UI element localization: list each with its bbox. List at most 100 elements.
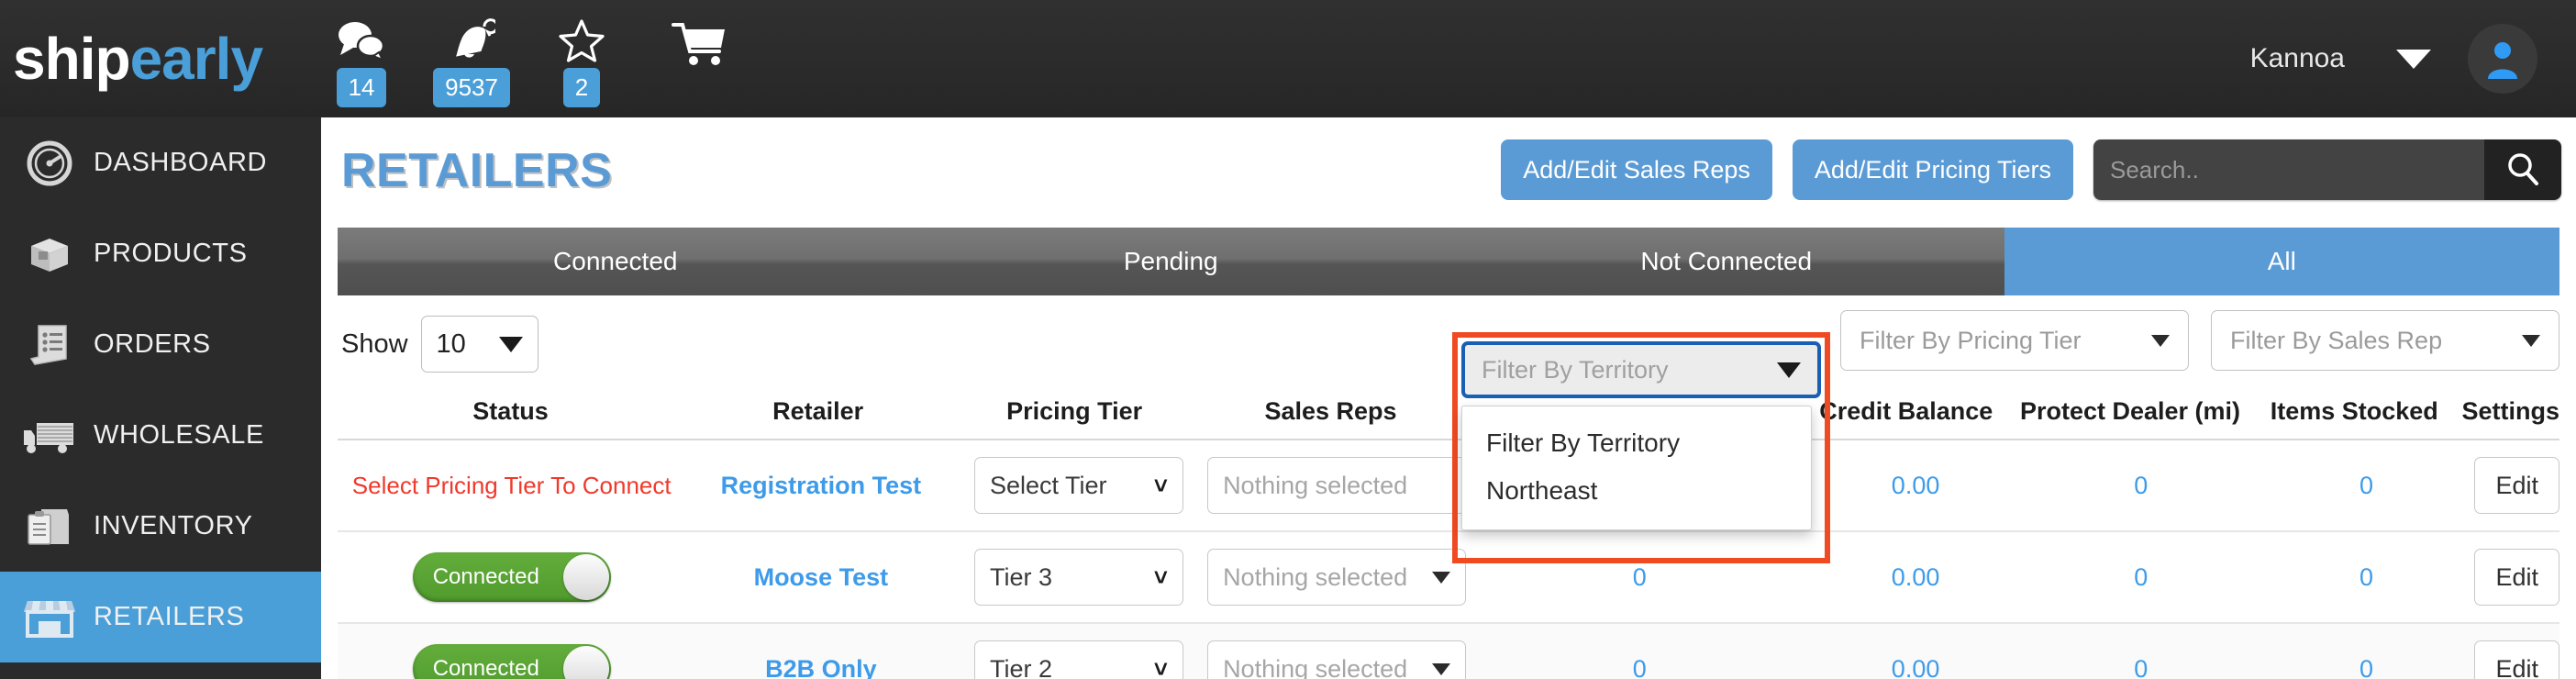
add-edit-pricing-tiers-button[interactable]: Add/Edit Pricing Tiers [1792,139,2073,200]
row-retailer-cell: Moose Test [685,563,956,592]
pricing-tier-select[interactable]: Select Tier ˅ [973,457,1183,514]
row-pricing-tier-cell: Select Tier ˅ [956,457,1201,514]
show-entries-control: Show 10 [341,316,539,373]
toggle-knob [562,646,609,679]
sales-reps-select[interactable]: Nothing selected [1207,549,1467,606]
search-input[interactable] [2093,139,2484,200]
row-retailer-cell: Registration Test [685,472,956,500]
row-settings-cell: Edit [2474,549,2559,606]
search-icon [2504,150,2541,190]
chevron-down-icon[interactable] [2396,49,2431,69]
pricing-tier-select[interactable]: Tier 3 ˅ [973,549,1183,606]
filter-sales-rep-select[interactable]: Filter By Sales Rep [2211,310,2559,371]
sidebar-item-wholesale[interactable]: WHOLESALE [0,390,321,481]
sidebar: DASHBOARD PRODUCTS ORDERS WHOLESALE INVE… [0,117,321,679]
edit-button[interactable]: Edit [2474,640,2559,679]
chevron-down-icon [1432,662,1451,675]
row-sales-reps-cell: Nothing selected [1202,549,1472,606]
search-button[interactable] [2484,139,2561,200]
sidebar-item-products[interactable]: PRODUCTS [0,208,321,299]
row-pricing-tier-cell: Tier 3 ˅ [956,549,1201,606]
retailer-link[interactable]: Registration Test [721,472,922,500]
chevron-down-icon [2151,334,2170,347]
row-credit-balance: 0.00 [1891,562,1940,591]
tab-not-connected[interactable]: Not Connected [1449,228,2004,295]
avatar[interactable] [2468,24,2537,94]
tab-connected[interactable]: Connected [338,228,894,295]
sales-reps-select[interactable]: Nothing selected [1207,457,1467,514]
territory-option[interactable]: Filter By Territory [1462,419,1811,467]
header-actions: Add/Edit Sales Reps Add/Edit Pricing Tie… [1501,139,2561,200]
sidebar-item-dashboard[interactable]: DASHBOARD [0,117,321,208]
table-row: Select Pricing Tier To Connect Registrat… [338,440,2559,532]
territory-option[interactable]: Northeast [1462,467,1811,515]
favorites-button[interactable]: 2 [527,17,637,107]
tab-all[interactable]: All [2004,228,2559,295]
bell-icon [448,17,496,64]
clipboard-folder-icon [17,504,83,550]
user-menu[interactable]: Kannoa [2250,24,2576,94]
pricing-tier-select[interactable]: Tier 2 ˅ [973,640,1183,679]
column-header-credit-balance: Credit Balance [1819,396,1993,425]
notifications-button[interactable]: 9537 [416,17,527,107]
pricing-tier-value: Select Tier [989,471,1107,499]
chevron-down-icon [2522,334,2540,347]
messages-badge: 14 [336,68,387,107]
connected-toggle[interactable]: Connected [412,552,611,602]
notifications-badge: 9537 [433,68,510,107]
filter-territory-value: Filter By Territory [1482,355,1669,384]
row-settings-cell: Edit [2474,640,2559,679]
page-header: RETAILERS Add/Edit Sales Reps Add/Edit P… [321,117,2576,228]
sales-reps-select[interactable]: Nothing selected [1207,640,1467,679]
edit-button[interactable]: Edit [2474,549,2559,606]
app-root: shipearly 14 9537 2 Kannoa DASHBOARD PRO… [0,0,2576,679]
filter-bar: Show 10 Filter By Pricing Tier Filter By… [338,295,2559,384]
column-header-status: Status [472,396,549,425]
row-settings-cell: Edit [2474,457,2559,514]
connected-toggle[interactable]: Connected [412,644,611,679]
retailers-table: Status Retailer Pricing Tier Sales Reps … [338,384,2559,679]
sidebar-item-inventory[interactable]: INVENTORY [0,481,321,572]
chevron-down-icon [498,336,523,352]
username-label: Kannoa [2249,43,2345,73]
sidebar-item-label: INVENTORY [94,511,253,540]
edit-button[interactable]: Edit [2474,457,2559,514]
brand-logo-part2: early [129,26,263,92]
messages-button[interactable]: 14 [306,17,416,107]
row-sales-reps-cell: Nothing selected [1202,457,1472,514]
show-entries-value: 10 [436,328,466,359]
top-icon-group: 14 9537 2 [306,0,756,117]
sales-reps-value: Nothing selected [1223,562,1408,591]
add-edit-sales-reps-button[interactable]: Add/Edit Sales Reps [1501,139,1772,200]
chevron-down-icon [1432,571,1451,584]
sidebar-item-label: ORDERS [94,329,211,359]
toggle-label: Connected [432,656,539,679]
filter-territory-select[interactable]: Filter By Territory [1461,341,1821,398]
row-retailer-cell: B2B Only [685,655,956,679]
column-header-protect-dealer: Protect Dealer (mi) [2019,396,2241,425]
document-icon [17,322,83,368]
sidebar-item-retailers[interactable]: RETAILERS [0,572,321,662]
retailer-link[interactable]: Moose Test [754,563,889,592]
filter-pricing-tier-select[interactable]: Filter By Pricing Tier [1840,310,2189,371]
box-icon [17,231,83,277]
row-status-cell: Connected [338,644,685,679]
tab-pending[interactable]: Pending [893,228,1449,295]
retailer-link[interactable]: B2B Only [765,655,877,679]
row-protect-dealer: 0 [2134,654,2149,679]
column-header-settings: Settings [2461,396,2559,425]
user-icon [2488,42,2517,79]
star-icon [559,17,605,64]
search-box [2093,139,2561,200]
sidebar-item-label: WHOLESALE [94,420,264,450]
sidebar-item-orders[interactable]: ORDERS [0,299,321,390]
show-entries-select[interactable]: 10 [420,316,539,373]
table-row: Connected B2B Only Tier 2 ˅ Nothing sele… [338,624,2559,679]
pricing-tier-value: Tier 2 [989,654,1052,679]
cart-button[interactable] [646,17,756,68]
filter-pricing-tier-value: Filter By Pricing Tier [1860,326,2082,354]
row-status-cell: Select Pricing Tier To Connect [338,472,685,500]
row-territory-cell: 0 [1632,562,1647,591]
brand-logo[interactable]: shipearly [13,29,263,88]
sales-reps-value: Nothing selected [1223,471,1408,499]
